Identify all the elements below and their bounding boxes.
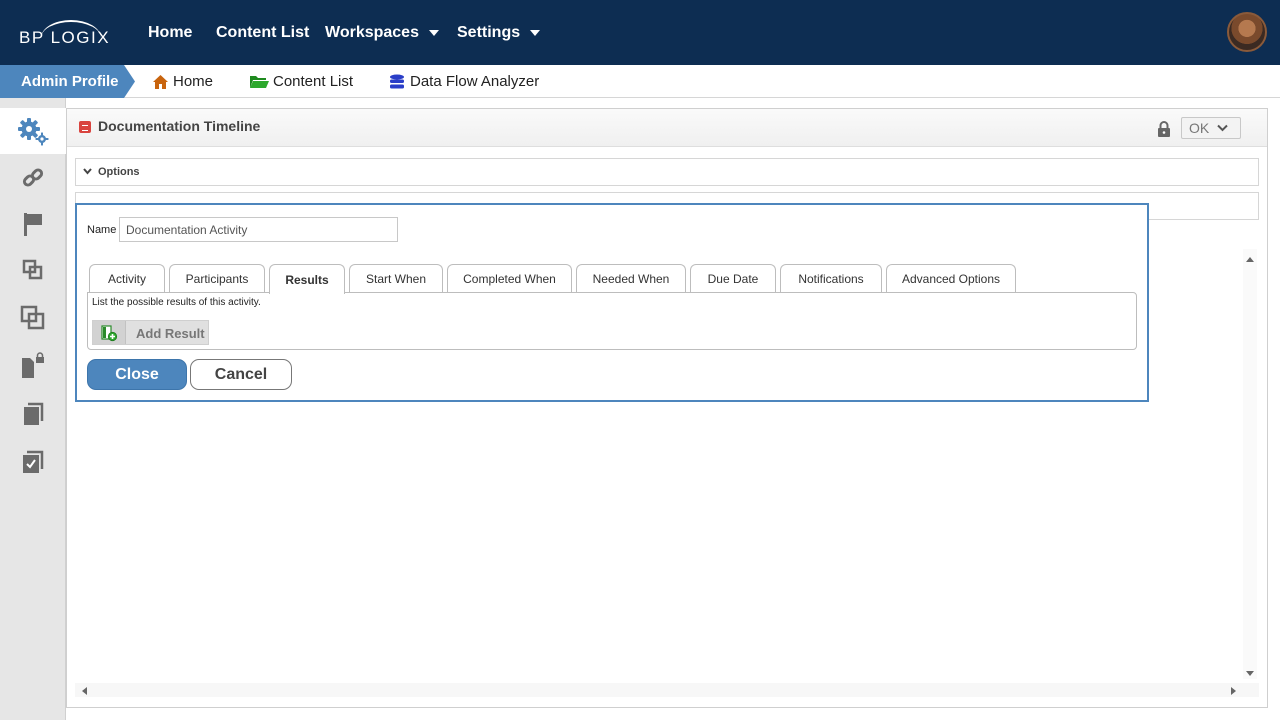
top-header: BP LOGIX Home Content List Workspaces Se…	[0, 0, 1280, 65]
tab-activity-label: Activity	[107, 272, 146, 286]
results-description: List the possible results of this activi…	[92, 297, 261, 308]
tab-participants-label: Participants	[185, 272, 249, 286]
locked-document-icon	[22, 352, 44, 378]
scroll-left-arrow-icon[interactable]	[80, 686, 88, 696]
database-icon	[390, 74, 404, 88]
breadcrumb-home-label: Home	[173, 73, 214, 90]
flag-icon	[24, 213, 42, 236]
ok-label: OK	[1189, 120, 1210, 136]
sidebar-item-overlap[interactable]	[0, 295, 66, 341]
chevron-down-icon	[83, 168, 92, 175]
tab-advanced-options-label: Advanced Options	[901, 272, 1001, 286]
panel-title: Documentation Timeline	[98, 118, 261, 134]
breadcrumb-content-list-label: Content List	[273, 73, 354, 90]
scroll-up-arrow-icon[interactable]	[1245, 255, 1255, 263]
nav-home-label: Home	[148, 23, 193, 41]
nav-content-list[interactable]: Content List	[216, 0, 309, 65]
tab-notifications-label: Notifications	[798, 272, 864, 286]
breadcrumb-home[interactable]: Home	[152, 65, 213, 98]
nav-home[interactable]: Home	[148, 0, 192, 65]
tab-completed-when[interactable]: Completed When	[447, 264, 572, 293]
nav-settings-label: Settings	[457, 23, 521, 41]
options-label: Options	[98, 166, 140, 178]
breadcrumb-content-list[interactable]: Content List	[249, 65, 353, 98]
horizontal-scrollbar[interactable]	[75, 683, 1259, 697]
breadcrumb-bar: Admin Profile Home Content List Data Flo…	[0, 65, 1280, 98]
home-icon	[153, 74, 168, 89]
cancel-button[interactable]: Cancel	[190, 359, 292, 390]
nav-content-list-label: Content List	[216, 23, 310, 41]
tab-due-date-label: Due Date	[707, 272, 759, 286]
document-icon	[79, 121, 91, 133]
lock-icon[interactable]	[1157, 121, 1171, 137]
tab-needed-when-label: Needed When	[592, 272, 670, 286]
activity-dialog: Name Activity Participants Results Start…	[75, 203, 1149, 402]
tab-results-label: Results	[285, 272, 329, 287]
add-result-button[interactable]: Add Result	[92, 320, 209, 345]
link-icon	[22, 168, 44, 187]
chevron-down-icon	[1217, 124, 1228, 132]
options-section[interactable]: Options	[75, 158, 1259, 186]
checklist-icon	[23, 450, 44, 473]
overlap-squares-icon	[20, 305, 45, 330]
sidebar-item-checklist[interactable]	[0, 439, 66, 485]
nav-settings[interactable]: Settings	[457, 0, 541, 65]
sidebar-item-settings[interactable]	[0, 108, 66, 154]
breadcrumb-data-flow-analyzer[interactable]: Data Flow Analyzer	[389, 65, 539, 98]
nav-workspaces[interactable]: Workspaces	[325, 0, 439, 65]
scroll-down-arrow-icon[interactable]	[1245, 670, 1255, 678]
name-input[interactable]	[119, 217, 398, 242]
logo-text: BP LOGIX	[19, 28, 111, 47]
tab-needed-when[interactable]: Needed When	[576, 264, 686, 293]
chevron-down-icon	[428, 29, 439, 36]
sidebar-item-flags[interactable]	[0, 201, 66, 247]
main-panel: Documentation Timeline OK Options	[66, 108, 1268, 708]
gears-icon	[18, 118, 49, 146]
ok-dropdown-button[interactable]: OK	[1181, 117, 1241, 139]
add-result-icon-box	[93, 321, 126, 344]
sidebar-item-nested[interactable]	[0, 247, 66, 293]
breadcrumb-data-flow-analyzer-label: Data Flow Analyzer	[410, 73, 540, 90]
user-avatar[interactable]	[1227, 12, 1267, 52]
cancel-label: Cancel	[214, 365, 268, 383]
breadcrumb-admin-profile[interactable]: Admin Profile	[0, 65, 135, 98]
folder-icon	[250, 76, 269, 88]
add-result-label: Add Result	[136, 326, 205, 341]
add-document-icon	[101, 324, 118, 341]
vertical-scrollbar[interactable]	[1243, 249, 1257, 679]
sidebar-item-links[interactable]	[0, 155, 66, 201]
sidebar-item-locked-docs[interactable]	[0, 343, 66, 389]
tab-start-when[interactable]: Start When	[349, 264, 443, 293]
sidebar-item-copies[interactable]	[0, 391, 66, 437]
tab-notifications[interactable]: Notifications	[780, 264, 882, 293]
name-label: Name	[87, 224, 117, 236]
panel-header: Documentation Timeline OK	[67, 109, 1267, 147]
copy-icon	[24, 402, 44, 425]
tab-participants[interactable]: Participants	[169, 264, 265, 293]
tab-completed-when-label: Completed When	[463, 272, 556, 286]
close-label: Close	[115, 365, 159, 383]
results-tab-panel: List the possible results of this activi…	[87, 292, 1137, 350]
tab-activity[interactable]: Activity	[89, 264, 165, 293]
left-sidebar	[0, 98, 66, 720]
admin-profile-label: Admin Profile	[21, 73, 119, 90]
chevron-down-icon	[530, 29, 541, 36]
nav-workspaces-label: Workspaces	[325, 23, 419, 41]
tab-due-date[interactable]: Due Date	[690, 264, 776, 293]
tab-results[interactable]: Results	[269, 264, 345, 294]
close-button[interactable]: Close	[87, 359, 187, 390]
scroll-right-arrow-icon[interactable]	[1230, 686, 1238, 696]
tab-start-when-label: Start When	[365, 272, 427, 286]
nested-squares-icon	[22, 259, 43, 280]
tab-advanced-options[interactable]: Advanced Options	[886, 264, 1016, 293]
